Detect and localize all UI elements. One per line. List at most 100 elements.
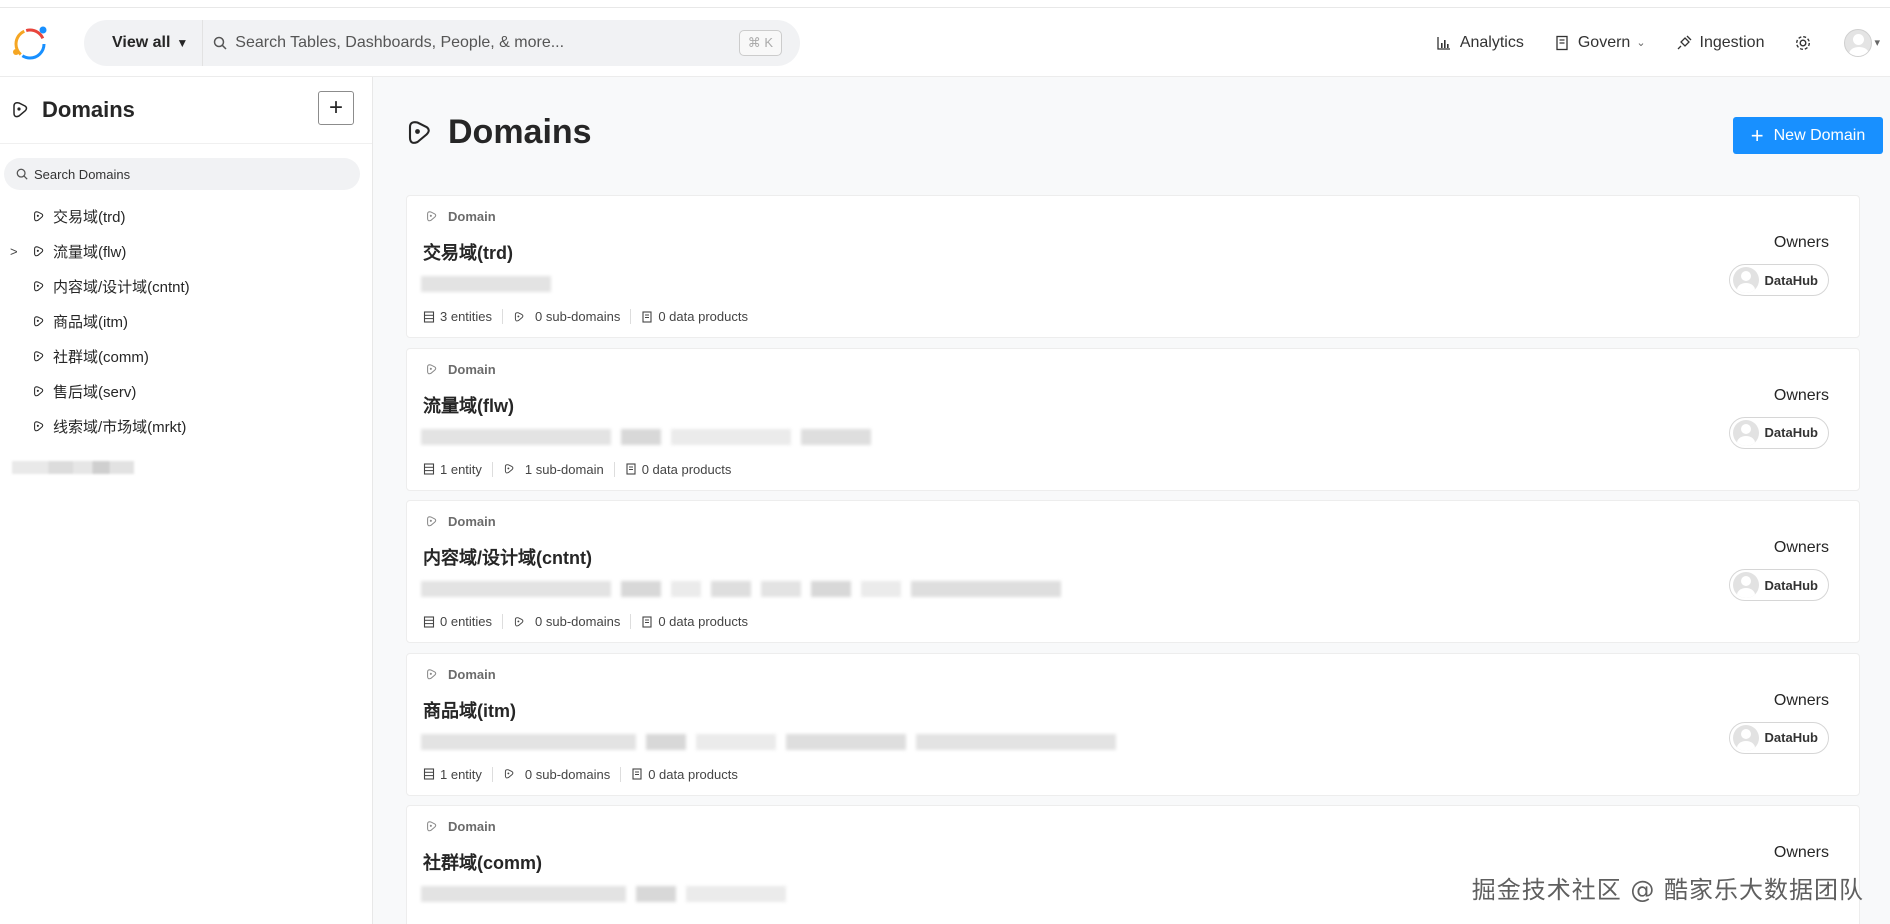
sidebar-domain-label: 线索域/市场域(mrkt) bbox=[53, 419, 187, 436]
entity-type: Domain bbox=[448, 209, 496, 224]
main-content: Domains + New Domain Domain 交易域(trd) 3 e… bbox=[374, 77, 1890, 924]
sidebar-domain-item[interactable]: 社群域(comm) bbox=[0, 339, 372, 374]
data-products-stat[interactable]: 0 data products bbox=[641, 309, 758, 324]
owners-label: Owners bbox=[1773, 539, 1829, 556]
entities-stat[interactable]: 3 entities bbox=[423, 309, 504, 324]
sidebar-domain-item[interactable]: 内容域/设计域(cntnt) bbox=[0, 269, 372, 304]
sidebar-domain-item[interactable]: > 流量域(flw) bbox=[0, 234, 372, 269]
caret-down-icon: ▾ bbox=[1874, 37, 1880, 49]
entities-stat[interactable]: 1 entity bbox=[423, 461, 493, 477]
top-navbar: View all ▼ ⌘ K Analytics Govern ⌄ Ingest… bbox=[0, 8, 1890, 77]
owners-label: Owners bbox=[1773, 844, 1829, 861]
subdomains-stat[interactable]: 0 sub-domains bbox=[513, 309, 632, 324]
view-all-dropdown[interactable]: View all ▼ bbox=[84, 20, 204, 66]
file-icon bbox=[642, 615, 652, 628]
global-search-bar: View all ▼ ⌘ K bbox=[84, 20, 800, 66]
owner-chip[interactable]: DataHub bbox=[1728, 264, 1829, 296]
owner-avatar bbox=[1732, 724, 1759, 751]
settings-button[interactable] bbox=[1794, 34, 1820, 52]
sidebar-domain-label: 流量域(flw) bbox=[53, 244, 127, 261]
nav-analytics[interactable]: Analytics bbox=[1436, 34, 1524, 52]
shortcut-hint: ⌘ K bbox=[738, 30, 782, 56]
subdomains-stat[interactable]: 1 sub-domain bbox=[503, 461, 615, 477]
domain-icon bbox=[34, 421, 44, 432]
add-domain-button[interactable]: + bbox=[318, 91, 354, 125]
entity-type: Domain bbox=[448, 361, 496, 377]
sidebar-domain-item[interactable]: 商品域(itm) bbox=[0, 304, 372, 339]
table-icon bbox=[423, 310, 435, 323]
top-strip bbox=[0, 0, 1890, 8]
sidebar-header: Domains + bbox=[0, 77, 372, 144]
domain-icon bbox=[504, 769, 514, 779]
domain-name[interactable]: 交易域(trd) bbox=[423, 239, 513, 265]
user-menu[interactable]: ▾ bbox=[1844, 28, 1880, 57]
table-icon bbox=[423, 463, 435, 475]
data-products-count: 0 data products bbox=[658, 614, 748, 629]
owners-label: Owners bbox=[1773, 234, 1829, 251]
page-header: Domains bbox=[404, 113, 592, 152]
owner-chip[interactable]: DataHub bbox=[1728, 721, 1829, 754]
owner-name: DataHub bbox=[1764, 730, 1818, 745]
chevron-down-icon: ⌄ bbox=[1636, 37, 1646, 49]
entity-type: Domain bbox=[448, 514, 496, 529]
global-search-input[interactable] bbox=[235, 34, 716, 52]
nav-ingestion[interactable]: Ingestion bbox=[1676, 33, 1765, 52]
domain-icon bbox=[408, 120, 430, 144]
domain-tree: 交易域(trd) > 流量域(flw) 内容域/设计域(cntnt) 商品域(itm) 社… bbox=[0, 199, 372, 444]
domain-name[interactable]: 内容域/设计域(cntnt) bbox=[423, 544, 592, 570]
owner-chip[interactable]: DataHub bbox=[1728, 569, 1829, 601]
entity-type-label: Domain bbox=[425, 514, 496, 529]
gear-icon bbox=[1796, 35, 1811, 50]
sidebar-domain-item[interactable]: 售后域(serv) bbox=[0, 374, 372, 409]
owner-name: DataHub bbox=[1764, 272, 1818, 288]
domain-icon bbox=[514, 616, 524, 626]
table-icon bbox=[423, 615, 435, 628]
view-all-label: View all bbox=[112, 34, 171, 51]
nav-items: Analytics Govern ⌄ Ingestion ▾ bbox=[1406, 8, 1880, 77]
new-domain-label: New Domain bbox=[1773, 126, 1866, 144]
sidebar-domain-label: 交易域(trd) bbox=[53, 209, 126, 226]
domains-sidebar: Domains + 交易域(trd) > 流量域(flw) 内容域/设计域(cntnt… bbox=[0, 77, 373, 924]
search-icon bbox=[214, 36, 227, 50]
domain-icon bbox=[427, 668, 437, 679]
sidebar-domain-item[interactable]: 线索域/市场域(mrkt) bbox=[0, 409, 372, 444]
domain-icon bbox=[34, 281, 44, 292]
domain-name[interactable]: 社群域(comm) bbox=[423, 849, 542, 875]
subdomains-stat[interactable]: 0 sub-domains bbox=[503, 766, 622, 782]
domain-name[interactable]: 流量域(flw) bbox=[423, 392, 514, 418]
domain-card[interactable]: Domain 流量域(flw) 1 entity 1 sub-domain 0 … bbox=[406, 347, 1860, 491]
entity-type-label: Domain bbox=[425, 819, 496, 834]
domain-stats: 1 entity 1 sub-domain 0 data products bbox=[423, 461, 751, 477]
new-domain-button[interactable]: + New Domain bbox=[1733, 117, 1883, 154]
blurred-description bbox=[421, 886, 796, 902]
data-products-stat[interactable]: 0 data products bbox=[625, 462, 742, 477]
chevron-right-icon[interactable]: > bbox=[10, 244, 18, 259]
data-products-stat[interactable]: 0 data products bbox=[641, 614, 758, 629]
owner-chip[interactable]: DataHub bbox=[1728, 416, 1829, 449]
nav-ingestion-label: Ingestion bbox=[1699, 33, 1765, 51]
domain-search-input[interactable] bbox=[34, 166, 334, 182]
domain-card[interactable]: Domain 内容域/设计域(cntnt) 0 entities 0 sub-d… bbox=[406, 500, 1860, 643]
entity-type-label: Domain bbox=[425, 362, 496, 377]
domain-card[interactable]: Domain 商品域(itm) 1 entity 0 sub-domains 0… bbox=[406, 652, 1860, 796]
entities-stat[interactable]: 0 entities bbox=[423, 614, 504, 629]
entity-type-label: Domain bbox=[425, 209, 496, 224]
domain-card[interactable]: Domain 交易域(trd) 3 entities 0 sub-domains… bbox=[406, 195, 1860, 338]
domain-search[interactable] bbox=[4, 158, 360, 190]
entities-stat[interactable]: 1 entity bbox=[423, 766, 493, 782]
blurred-text bbox=[12, 461, 134, 474]
entities-count: 1 entity bbox=[440, 766, 482, 782]
domain-name[interactable]: 商品域(itm) bbox=[423, 697, 516, 723]
data-products-stat[interactable]: 0 data products bbox=[631, 767, 748, 782]
sidebar-title: Domains bbox=[42, 97, 135, 122]
datahub-logo[interactable] bbox=[10, 22, 52, 64]
domain-card[interactable]: Domain 社群域(comm) Owners bbox=[406, 805, 1860, 924]
search-field[interactable] bbox=[203, 20, 800, 66]
domain-icon bbox=[427, 821, 437, 832]
domain-icon bbox=[427, 516, 437, 527]
subdomains-stat[interactable]: 0 sub-domains bbox=[513, 614, 632, 629]
nav-govern[interactable]: Govern ⌄ bbox=[1554, 34, 1646, 52]
book-icon bbox=[1556, 35, 1568, 50]
domain-stats: 3 entities 0 sub-domains 0 data products bbox=[423, 309, 768, 324]
sidebar-domain-item[interactable]: 交易域(trd) bbox=[0, 199, 372, 234]
